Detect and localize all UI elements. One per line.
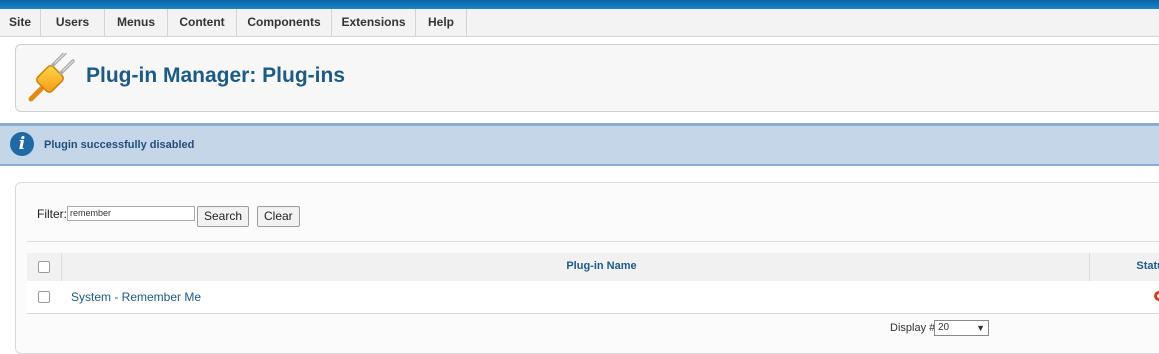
menu-item-users[interactable]: Users [41,9,105,36]
clear-button[interactable]: Clear [257,206,300,227]
plugin-name-link[interactable]: System - Remember Me [71,290,201,304]
display-limit-value: 20 [938,322,950,333]
system-message: i Plugin successfully disabled [0,123,1159,166]
column-header-name[interactable]: Plug-in Name [27,260,1159,272]
page-header: Plug-in Manager: Plug-ins [15,44,1159,112]
divider [27,241,1159,242]
menu-item-extensions[interactable]: Extensions [332,9,416,36]
plugin-list-panel: Filter: remember Search Clear Plug-in Na… [15,182,1159,354]
message-text: Plugin successfully disabled [44,139,195,151]
menu-item-help[interactable]: Help [416,9,467,36]
status-disabled-icon[interactable] [1154,291,1159,301]
page-title: Plug-in Manager: Plug-ins [86,64,346,87]
search-button[interactable]: Search [197,206,250,227]
plugin-icon [28,53,75,102]
display-label: Display # [890,322,936,334]
display-limit-select[interactable]: 20 ▼ [934,320,989,336]
menu-item-menus[interactable]: Menus [105,9,168,36]
info-icon: i [10,132,34,156]
menu-item-site[interactable]: Site [0,9,41,36]
main-menu: Site Users Menus Content Components Exte… [0,9,1159,37]
top-accent-bar [0,0,1159,9]
table-header: Plug-in Name Status [27,253,1159,282]
filter-label: Filter: [37,207,67,221]
column-header-status[interactable]: Status [1136,260,1159,272]
row-checkbox[interactable] [38,291,50,303]
menu-item-components[interactable]: Components [237,9,332,36]
menu-item-content[interactable]: Content [168,9,237,36]
chevron-down-icon: ▼ [976,323,985,333]
filter-input[interactable]: remember [67,206,195,221]
table-row: System - Remember Me [27,281,1159,314]
